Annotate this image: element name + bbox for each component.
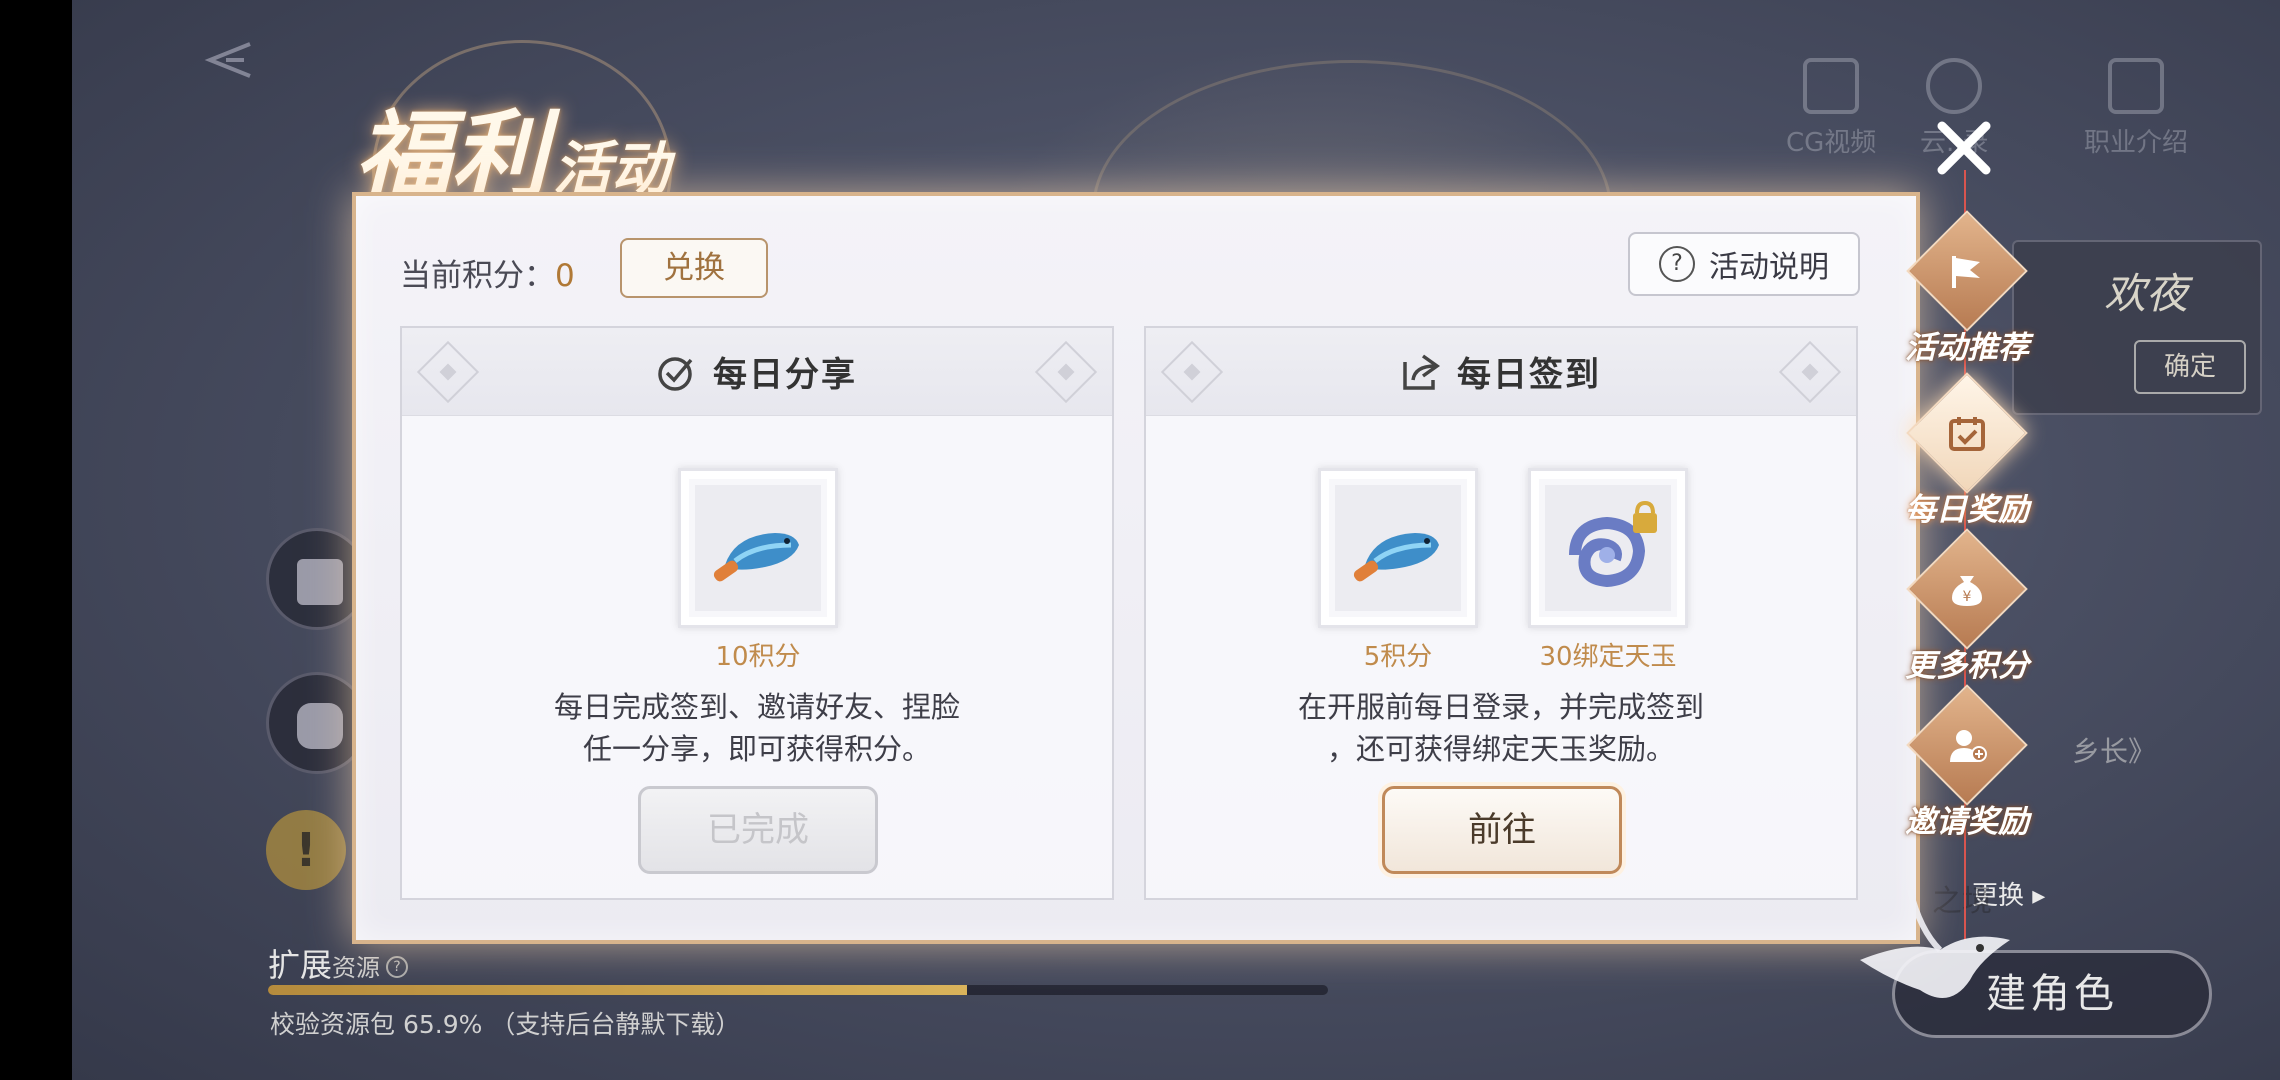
reward-label: 10积分 [715, 642, 801, 672]
flag-icon [1952, 256, 1980, 288]
diamond-ornament [1778, 340, 1842, 404]
score-value: 0 [555, 258, 575, 294]
nav-activity-recommend[interactable]: 活动推荐 [1892, 210, 2042, 372]
nav-more-points[interactable]: ¥ 更多积分 [1892, 528, 2042, 690]
reward-item[interactable] [678, 468, 838, 628]
resource-progress-fill [268, 985, 967, 995]
background-confirm-button[interactable]: 确定 [2134, 340, 2246, 394]
close-icon[interactable] [1928, 112, 2000, 184]
extension-resource-title: 扩展资源? [268, 940, 409, 986]
resource-progress-text: 校验资源包 65.9% （支持后台静默下载） [270, 1010, 741, 1039]
calendar-check-icon [1949, 417, 1985, 451]
diamond-ornament [1160, 340, 1224, 404]
card-description: 在开服前每日登录，并完成签到 ，还可获得绑定天玉奖励。 [1297, 690, 1704, 766]
background-dialog-title: 欢夜 [2104, 269, 2189, 318]
welfare-panel: 当前积分：0 兑换 ? 活动说明 每日分享 10积分 每日完成签到、邀请好友、捏… [352, 192, 1920, 944]
fish-popsicle-icon [713, 533, 799, 582]
diamond-ornament [416, 340, 480, 404]
activity-rules-button[interactable]: ? 活动说明 [1628, 232, 1860, 296]
check-share-icon [658, 356, 693, 391]
backpack-icon [297, 703, 343, 749]
money-bag-icon: ¥ [1952, 576, 1982, 606]
film-icon [1803, 58, 1860, 114]
background-music-label: 乡长》 [2072, 735, 2157, 768]
nav-daily-reward[interactable]: 每日奖励 [1892, 372, 2042, 534]
help-icon[interactable]: ? [386, 956, 409, 978]
current-score: 当前积分：0 [400, 258, 575, 294]
completed-button: 已完成 [638, 786, 878, 874]
back-arrow-icon[interactable] [200, 38, 260, 82]
bird-mascot-icon [1860, 889, 2010, 998]
cg-video-button[interactable]: CG视频 [1786, 58, 1876, 159]
card-title: 每日签到 [1457, 355, 1601, 395]
card-header: 每日签到 [1146, 328, 1856, 416]
nav-invite-reward[interactable]: 邀请奖励 [1892, 684, 2042, 846]
resource-progress-bar [268, 985, 1328, 995]
daily-share-card: 每日分享 10积分 每日完成签到、邀请好友、捏脸 任一分享，即可获得积分。 已完… [400, 326, 1114, 900]
diamond-ornament [1034, 340, 1098, 404]
invite-user-icon [1950, 730, 1987, 762]
daily-checkin-card: 每日签到 5积分 30绑定天玉 在开服前每日登录，并完成签到 ，还可获得绑定天玉… [1144, 326, 1858, 900]
gift-icon [297, 559, 343, 605]
share-out-icon [1403, 354, 1441, 390]
class-intro-button[interactable]: 职业介绍 [2084, 58, 2188, 159]
reward-label: 5积分 [1363, 642, 1433, 672]
reel-icon [1926, 58, 1983, 114]
exchange-button[interactable]: 兑换 [620, 238, 768, 298]
question-icon: ? [1659, 246, 1695, 282]
card-description: 每日完成签到、邀请好友、捏脸 任一分享，即可获得积分。 [553, 690, 960, 766]
warning-icon[interactable]: ! [266, 810, 346, 890]
fish-popsicle-icon [1353, 533, 1439, 582]
svg-text:¥: ¥ [1963, 589, 1972, 605]
reward-item[interactable] [1528, 468, 1688, 628]
book-icon [2108, 58, 2164, 114]
jade-locked-icon [1569, 500, 1657, 588]
reward-item[interactable] [1318, 468, 1478, 628]
card-title: 每日分享 [713, 355, 857, 395]
go-button[interactable]: 前往 [1382, 786, 1622, 874]
card-header: 每日分享 [402, 328, 1112, 416]
reward-label: 30绑定天玉 [1539, 642, 1677, 672]
